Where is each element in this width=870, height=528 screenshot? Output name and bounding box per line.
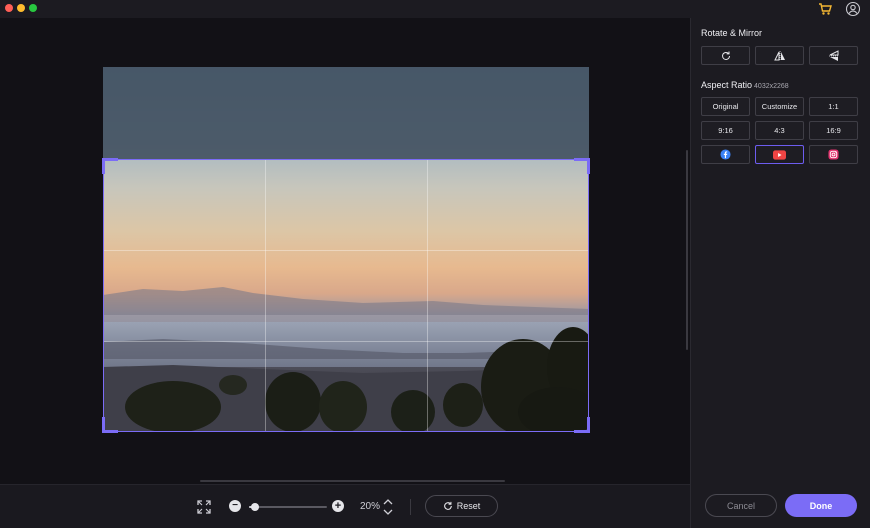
zoom-slider[interactable] <box>249 503 327 511</box>
crop-grid-line <box>427 160 428 431</box>
crop-handle-bottom-left[interactable] <box>102 417 118 433</box>
crop-handle-top-right[interactable] <box>574 158 590 174</box>
flip-horizontal-icon <box>773 50 785 61</box>
zoom-stepper-icon[interactable] <box>382 497 394 517</box>
zoom-in-button[interactable]: + <box>332 500 344 512</box>
crop-handle-top-left[interactable] <box>102 158 118 174</box>
ratio-1-1-button[interactable]: 1:1 <box>809 97 858 116</box>
user-icon[interactable] <box>845 1 861 17</box>
aspect-ratio-title: Aspect Ratio 4032x2268 <box>701 80 789 90</box>
done-button[interactable]: Done <box>785 494 857 517</box>
bottom-toolbar: − + 20% Reset <box>0 484 690 528</box>
youtube-icon <box>773 149 786 160</box>
app-window: − + 20% Reset Rotate & Mirror Aspect Rat… <box>0 0 870 528</box>
zoom-slider-thumb[interactable] <box>251 503 259 511</box>
aspect-resolution: 4032x2268 <box>754 83 789 90</box>
ratio-9-16-button[interactable]: 9:16 <box>701 121 750 140</box>
vertical-scrollbar[interactable] <box>686 150 688 350</box>
flip-horizontal-button[interactable] <box>755 46 804 65</box>
instagram-icon <box>828 149 839 160</box>
cancel-button[interactable]: Cancel <box>705 494 777 517</box>
zoom-value: 20% <box>360 501 381 512</box>
cart-icon[interactable] <box>817 1 833 17</box>
ratio-instagram-button[interactable] <box>809 145 858 164</box>
maximize-window-button[interactable] <box>29 4 37 12</box>
rotate-mirror-title: Rotate & Mirror <box>701 28 762 38</box>
zoom-out-button[interactable]: − <box>229 500 241 512</box>
aspect-ratio-title-text: Aspect Ratio <box>701 80 753 90</box>
crop-grid-line <box>104 341 588 342</box>
ratio-facebook-button[interactable] <box>701 145 750 164</box>
flip-vertical-icon <box>828 49 839 61</box>
flip-vertical-button[interactable] <box>809 46 858 65</box>
ratio-16-9-button[interactable]: 16:9 <box>809 121 858 140</box>
reset-label: Reset <box>456 501 481 511</box>
crop-grid-line <box>104 250 588 251</box>
canvas-area <box>0 18 690 484</box>
rotate-90-icon <box>721 51 730 60</box>
crop-handle-bottom-right[interactable] <box>574 417 590 433</box>
rotate-mirror-title-text: Rotate & Mirror <box>701 28 763 38</box>
toolbar-divider <box>410 499 411 515</box>
ratio-customize-button[interactable]: Customize <box>755 97 804 116</box>
title-bar <box>0 0 870 18</box>
reset-icon <box>443 501 452 510</box>
crop-frame[interactable] <box>102 158 590 433</box>
facebook-icon <box>720 149 731 160</box>
fit-screen-icon[interactable] <box>196 499 212 515</box>
ratio-original-button[interactable]: Original <box>701 97 750 116</box>
horizontal-scrollbar[interactable] <box>200 480 505 482</box>
rotate-90-button[interactable] <box>701 46 750 65</box>
crop-grid-line <box>265 160 266 431</box>
close-window-button[interactable] <box>5 4 13 12</box>
reset-button[interactable]: Reset <box>425 495 498 517</box>
crop-dim-overlay <box>103 67 589 159</box>
ratio-4-3-button[interactable]: 4:3 <box>755 121 804 140</box>
minimize-window-button[interactable] <box>17 4 25 12</box>
right-panel: Rotate & Mirror Aspect Ratio 4032x2268 O… <box>690 18 870 528</box>
ratio-youtube-button[interactable] <box>755 145 804 164</box>
